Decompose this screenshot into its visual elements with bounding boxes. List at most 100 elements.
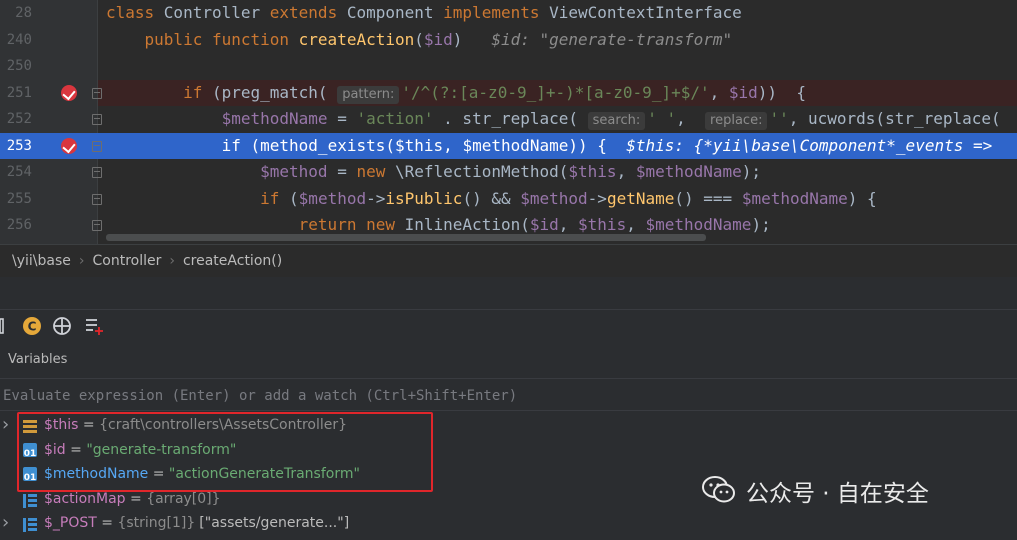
breadcrumb-namespace[interactable]: \yii\base: [12, 245, 71, 277]
code-token: =: [327, 162, 357, 181]
variable-type: {array[0]}: [146, 491, 221, 507]
array-icon: [23, 516, 37, 532]
code-line[interactable]: 255 if ($method->isPublic() && $method->…: [0, 186, 1017, 213]
code-token: (preg_match(: [211, 82, 338, 102]
code-token: );: [751, 215, 771, 234]
code-token: if: [106, 188, 290, 208]
code-token: extends: [269, 3, 347, 22]
code-text: if ($method->isPublic() && $method->getN…: [106, 186, 877, 212]
annotation-highlight-box: [17, 412, 433, 492]
line-number: 254: [6, 164, 32, 180]
breakpoint-icon[interactable]: [61, 137, 77, 154]
variables-header: Variables: [0, 344, 1017, 376]
code-token: ViewContextInterface: [549, 3, 742, 22]
code-token: '/^(?:[a-z0-9_]+-)*[a-z0-9_]+$/': [401, 82, 710, 102]
code-token: implements: [443, 3, 550, 22]
array-icon: [23, 492, 37, 508]
svg-text:C: C: [28, 320, 37, 334]
debugger-tab-bar: [0, 277, 1017, 309]
code-token: Controller: [163, 3, 270, 22]
code-token: $method: [106, 162, 328, 181]
expand-chevron-icon[interactable]: ›: [2, 413, 9, 437]
fold-marker-icon[interactable]: [92, 87, 102, 99]
watches-icon[interactable]: [52, 316, 72, 336]
line-number: 251: [6, 84, 32, 101]
code-token: =: [327, 109, 357, 128]
code-token: getName: [606, 188, 675, 208]
code-token: ) {: [847, 188, 877, 208]
line-number: 253: [6, 137, 32, 154]
code-token: $methodName: [741, 188, 848, 208]
code-editor[interactable]: 28 class Controller extends Component imp…: [0, 0, 1017, 244]
line-number: 240: [6, 31, 32, 48]
code-line[interactable]: 240 public function createAction($id) $i…: [0, 27, 1017, 54]
parameter-hint: search:: [587, 112, 646, 130]
horizontal-scrollbar[interactable]: [106, 234, 706, 241]
code-text: class Controller extends Component imple…: [106, 0, 742, 26]
code-text: if (method_exists($this, $methodName)) {…: [106, 133, 993, 159]
fold-marker-icon[interactable]: [92, 193, 102, 205]
variable-row[interactable]: › $_POST = {string[1]} ["assets/generate..…: [0, 511, 1017, 535]
fold-marker-icon[interactable]: [92, 167, 102, 178]
code-line[interactable]: 254 $method = new \ReflectionMethod($thi…: [0, 159, 1017, 186]
code-token: ->: [366, 188, 386, 208]
variable-name: $_POST: [44, 515, 97, 531]
code-token: '': [769, 109, 789, 128]
wechat-logo-icon: [702, 476, 735, 503]
code-token: (: [414, 29, 424, 49]
breadcrumb-separator: ›: [169, 253, 175, 269]
fold-marker-icon[interactable]: [92, 220, 102, 231]
code-token: public function: [106, 29, 299, 49]
code-token: if: [106, 135, 251, 155]
code-text: public function createAction($id) $id: "…: [106, 27, 733, 53]
variable-type: {string[1]}: [117, 515, 196, 531]
line-number: 252: [6, 111, 32, 127]
breadcrumb-separator: ›: [78, 253, 85, 269]
code-token: $id: [529, 215, 559, 234]
watermark-text: 公众号 · 自在安全: [746, 481, 929, 507]
code-token: $methodName: [462, 135, 569, 155]
code-token: $method: [298, 188, 367, 208]
fold-marker-icon[interactable]: [92, 140, 102, 152]
code-token: )) {: [568, 135, 627, 155]
code-token: \ReflectionMethod(: [395, 162, 569, 181]
debugger-toolbar: C: [0, 309, 1017, 344]
code-line[interactable]: 28 class Controller extends Component imp…: [0, 0, 1017, 27]
code-token: ,: [616, 162, 636, 181]
class-constants-icon[interactable]: C: [22, 316, 42, 336]
variable-equals: =: [125, 491, 147, 507]
code-token: () ===: [674, 188, 742, 208]
code-token: ,: [709, 82, 729, 102]
code-token: createAction: [298, 29, 415, 49]
parameter-hint: pattern:: [337, 85, 400, 104]
add-watch-icon[interactable]: [84, 316, 104, 336]
variable-value: ["assets/generate..."]: [199, 515, 350, 531]
code-text: $methodName = 'action' . str_replace( se…: [106, 106, 1001, 132]
code-token: ,: [626, 215, 646, 234]
code-token: . str_replace(: [433, 109, 588, 128]
evaluate-expression-input[interactable]: [0, 379, 1005, 412]
line-number: 255: [6, 190, 32, 207]
code-line[interactable]: 251 if (preg_match( pattern: '/^(?:[a-z0-…: [0, 79, 1017, 106]
code-token: (method_exists(: [250, 135, 396, 155]
code-line[interactable]: 252 $methodName = 'action' . str_replace…: [0, 106, 1017, 133]
code-line[interactable]: 253 if (method_exists($this, $methodName…: [0, 132, 1017, 159]
breadcrumb-method[interactable]: createAction(): [183, 245, 282, 277]
fold-marker-icon[interactable]: [92, 114, 102, 125]
code-token: class: [106, 3, 164, 22]
code-token: 'action': [356, 109, 434, 128]
code-token: InlineAction(: [404, 215, 530, 234]
code-token: ->: [587, 188, 607, 208]
breakpoint-icon[interactable]: [61, 84, 77, 101]
code-token: ,: [558, 215, 579, 234]
code-token: ' ': [647, 109, 677, 128]
code-line[interactable]: 250: [0, 53, 1017, 80]
code-token: isPublic: [385, 188, 463, 208]
breadcrumb-class[interactable]: Controller: [92, 245, 161, 277]
inline-debug-value: $id: "generate-transform": [462, 29, 733, 49]
code-token: $id: [728, 82, 758, 102]
frames-icon[interactable]: [0, 316, 16, 336]
expand-chevron-icon[interactable]: ›: [2, 511, 9, 535]
code-token: , ucwords(str_replace(: [788, 109, 1001, 128]
inline-debug-value: $this: {*yii\base\Component*_events =>: [626, 135, 993, 155]
